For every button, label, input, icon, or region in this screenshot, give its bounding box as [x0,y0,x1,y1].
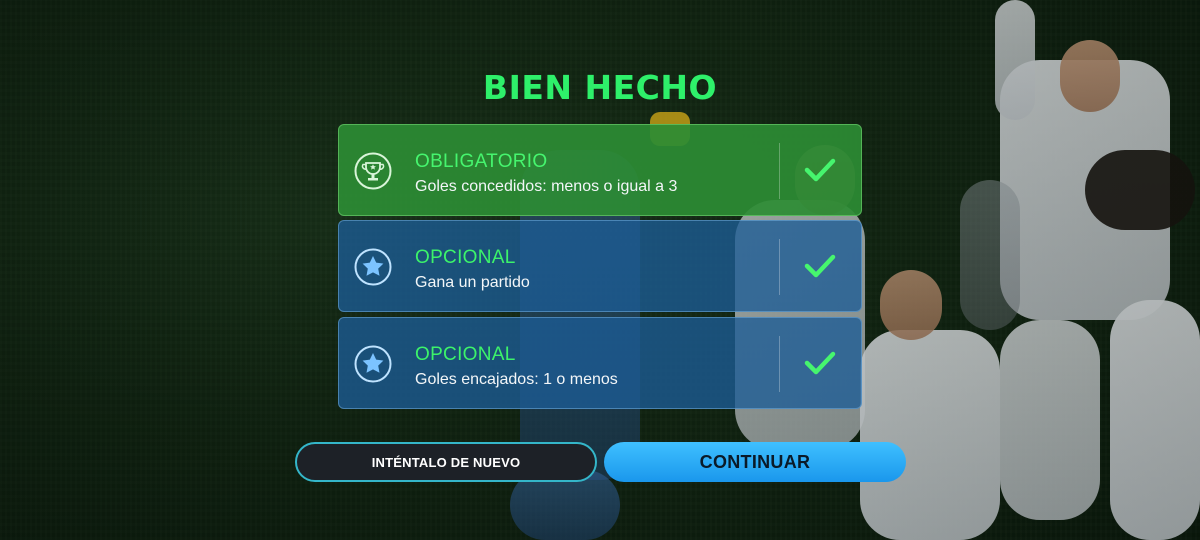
card-divider [779,336,780,392]
objective-description: Goles encajados: 1 o menos [415,371,618,388]
objective-card-optional: OPCIONAL Gana un partido [338,220,862,312]
star-icon [354,248,392,286]
retry-button-label: INTÉNTALO DE NUEVO [371,454,521,470]
objective-description: Goles concedidos: menos o igual a 3 [415,178,678,195]
continue-button[interactable]: CONTINUAR [604,442,906,482]
continue-button-label: CONTINUAR [699,451,811,472]
card-divider [779,143,780,199]
star-icon [354,345,392,383]
objective-card-optional: OPCIONAL Goles encajados: 1 o menos [338,317,862,409]
trophy-icon [354,152,392,190]
match-result-screen: BIEN HECHO OBLIGATORIO Goles concedidos:… [0,0,1200,540]
result-title: BIEN HECHO [482,68,718,107]
objective-kind-label: OPCIONAL [415,344,516,365]
check-icon [804,158,836,182]
objective-description: Gana un partido [415,274,530,291]
card-divider [779,239,780,295]
objective-kind-label: OBLIGATORIO [415,151,548,172]
check-icon [804,254,836,278]
check-icon [804,351,836,375]
objective-kind-label: OPCIONAL [415,247,516,268]
objective-card-mandatory: OBLIGATORIO Goles concedidos: menos o ig… [338,124,862,216]
retry-button[interactable]: INTÉNTALO DE NUEVO [295,442,597,482]
